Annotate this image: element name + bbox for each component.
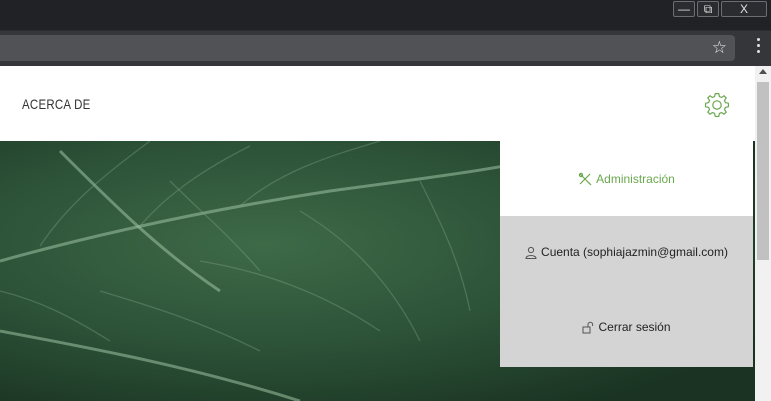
window-controls: — ⧉ X [673, 1, 767, 17]
user-icon [525, 246, 537, 259]
star-icon[interactable]: ☆ [712, 37, 727, 59]
gear-icon[interactable] [703, 91, 731, 119]
browser-toolbar: ☆ [0, 30, 771, 66]
browser-titlebar: — ⧉ X [0, 0, 771, 30]
menu-account-panel: Cuenta (sophiajazmin@gmail.com) Cerrar s… [500, 216, 753, 367]
nav-link-about[interactable]: ACERCA DE [22, 96, 91, 112]
menu-item-account[interactable]: Cuenta (sophiajazmin@gmail.com) [500, 245, 753, 259]
address-bar[interactable]: ☆ [0, 35, 735, 61]
page-viewport: ACERCA DE Administración Cuenta (sophiaj… [0, 66, 755, 401]
menu-item-admin[interactable]: Administración [500, 141, 753, 216]
menu-item-logout-label: Cerrar sesión [598, 320, 671, 334]
close-button[interactable]: X [721, 1, 767, 17]
restore-button[interactable]: ⧉ [697, 1, 719, 17]
scroll-thumb[interactable] [757, 82, 769, 260]
tools-icon [578, 172, 592, 185]
page-scrollbar[interactable] [755, 66, 771, 401]
kebab-menu-icon[interactable] [757, 38, 761, 56]
menu-item-logout[interactable]: Cerrar sesión [500, 320, 753, 334]
minimize-button[interactable]: — [673, 1, 695, 17]
site-header: ACERCA DE [0, 66, 755, 141]
user-dropdown-menu: Administración Cuenta (sophiajazmin@gmai… [500, 141, 753, 367]
menu-item-account-label: Cuenta (sophiajazmin@gmail.com) [541, 245, 728, 259]
menu-item-admin-label: Administración [596, 171, 675, 186]
scroll-up-arrow-icon[interactable] [759, 69, 767, 74]
unlock-icon [582, 321, 594, 333]
